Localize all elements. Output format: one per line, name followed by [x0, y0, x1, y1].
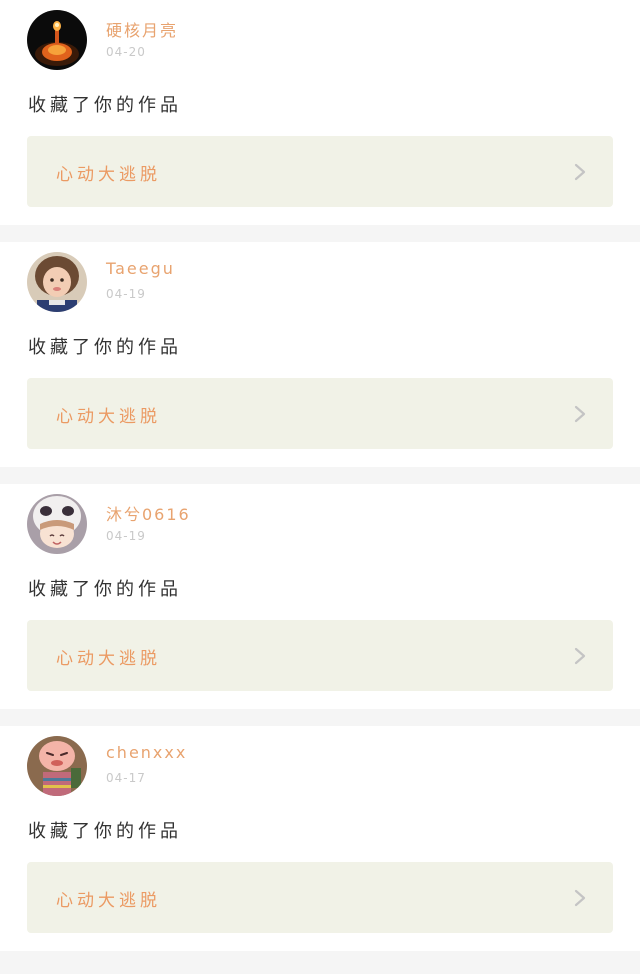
notification-card: 沐兮0616 04-19 收藏了你的作品 心动大逃脱 — [0, 484, 640, 709]
notification-card: Taeegu 04-19 收藏了你的作品 心动大逃脱 — [0, 242, 640, 467]
timestamp: 04-19 — [106, 529, 146, 543]
chevron-right-icon — [574, 889, 586, 907]
avatar[interactable] — [27, 10, 87, 70]
activity-text: 收藏了你的作品 — [28, 95, 182, 116]
username[interactable]: 硬核月亮 — [106, 17, 178, 41]
work-link[interactable]: 心动大逃脱 — [27, 378, 613, 449]
work-link[interactable]: 心动大逃脱 — [27, 136, 613, 207]
work-title: 心动大逃脱 — [56, 165, 161, 185]
avatar[interactable] — [27, 252, 87, 312]
chevron-right-icon — [574, 163, 586, 181]
avatar[interactable] — [27, 494, 87, 554]
activity-text: 收藏了你的作品 — [28, 821, 182, 842]
work-title: 心动大逃脱 — [56, 649, 161, 669]
work-title: 心动大逃脱 — [56, 891, 161, 911]
notification-card: chenxxx 04-17 收藏了你的作品 心动大逃脱 — [0, 726, 640, 951]
notification-card: 硬核月亮 04-20 收藏了你的作品 心动大逃脱 — [0, 0, 640, 225]
username[interactable]: chenxxx — [106, 743, 187, 762]
activity-text: 收藏了你的作品 — [28, 337, 182, 358]
avatar-lantern-icon — [27, 10, 87, 70]
timestamp: 04-17 — [106, 771, 146, 785]
chevron-right-icon — [574, 405, 586, 423]
avatar-cartoon-icon — [27, 736, 87, 796]
notification-feed: 硬核月亮 04-20 收藏了你的作品 心动大逃脱 Taeegu 04-19 收藏… — [0, 0, 640, 951]
chevron-right-icon — [574, 647, 586, 665]
work-link[interactable]: 心动大逃脱 — [27, 620, 613, 691]
avatar-panda-hood-icon — [27, 494, 87, 554]
timestamp: 04-19 — [106, 287, 146, 301]
avatar-child-photo-icon — [27, 252, 87, 312]
avatar[interactable] — [27, 736, 87, 796]
work-link[interactable]: 心动大逃脱 — [27, 862, 613, 933]
work-title: 心动大逃脱 — [56, 407, 161, 427]
username[interactable]: 沐兮0616 — [106, 501, 191, 525]
timestamp: 04-20 — [106, 45, 146, 59]
username[interactable]: Taeegu — [106, 259, 175, 278]
activity-text: 收藏了你的作品 — [28, 579, 182, 600]
